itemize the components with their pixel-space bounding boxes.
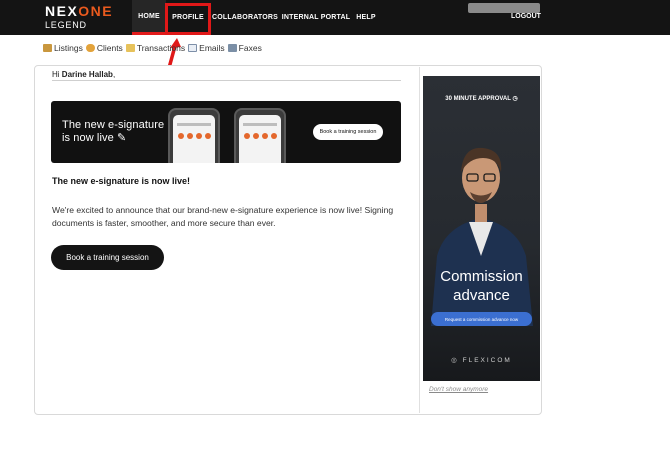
commission-advance-button[interactable]: Request a commission advance now: [431, 312, 532, 326]
user-name: Darine Hallab: [61, 70, 113, 79]
flexicom-brand: ◎ FLEXICOM: [451, 357, 512, 364]
fax-icon: [227, 44, 237, 52]
sub-navigation: Listings Clients Transactions Emails Fax…: [43, 43, 262, 53]
pen-icon: ✎: [117, 132, 127, 144]
subnav-transactions[interactable]: Transactions: [125, 43, 185, 53]
ad-approval-text: 30 MINUTE APPROVAL ◷: [445, 96, 518, 102]
clock-icon: ◷: [512, 96, 518, 102]
profile-highlight-annotation: [165, 3, 211, 35]
greeting-divider: [52, 80, 401, 81]
announcement-headline: The new e-signature is now live!: [52, 176, 191, 186]
subnav-clients[interactable]: Clients: [85, 43, 123, 53]
phone-mockup-icon: [234, 108, 286, 163]
nav-internal-portal[interactable]: INTERNAL PORTAL: [280, 0, 352, 35]
subnav-emails[interactable]: Emails: [188, 43, 225, 53]
top-navigation-bar: NEXONE LEGEND HOME PROFILE COLLABORATORS…: [0, 0, 670, 35]
phone-mockup-icon: [168, 108, 220, 163]
folder-icon: [125, 44, 135, 52]
nav-help[interactable]: HELP: [352, 0, 380, 35]
logout-link[interactable]: LOGOUT: [511, 13, 541, 20]
dont-show-anymore-link[interactable]: Don't show anymore: [429, 386, 488, 393]
subnav-listings[interactable]: Listings: [43, 43, 83, 53]
e-signature-banner[interactable]: The new e-signature is now live ✎ Book a…: [51, 101, 401, 163]
subnav-faxes[interactable]: Faxes: [227, 43, 262, 53]
nav-home[interactable]: HOME: [132, 0, 166, 35]
logo-subtitle: LEGEND: [45, 20, 87, 30]
card-column-divider: [419, 67, 420, 413]
book-training-button[interactable]: Book a training session: [51, 245, 164, 270]
commission-advance-ad[interactable]: 30 MINUTE APPROVAL ◷ Commission advance …: [423, 76, 540, 381]
blurred-user-info: [468, 3, 540, 13]
logo-wordmark: NEXONE: [45, 3, 114, 19]
ad-title: Commission advance: [440, 268, 523, 304]
nexone-legend-logo[interactable]: NEXONE LEGEND: [45, 3, 113, 31]
banner-text: The new e-signature is now live ✎: [62, 119, 165, 144]
flexicom-logo-icon: ◎: [451, 357, 459, 364]
envelope-icon: [188, 44, 198, 52]
people-icon: [85, 44, 95, 52]
greeting: Hi Darine Hallab,: [52, 70, 116, 79]
nav-collaborators[interactable]: COLLABORATORS: [210, 0, 280, 35]
house-icon: [43, 44, 52, 52]
banner-training-button[interactable]: Book a training session: [313, 124, 383, 140]
announcement-body: We're excited to announce that our brand…: [52, 205, 394, 228]
